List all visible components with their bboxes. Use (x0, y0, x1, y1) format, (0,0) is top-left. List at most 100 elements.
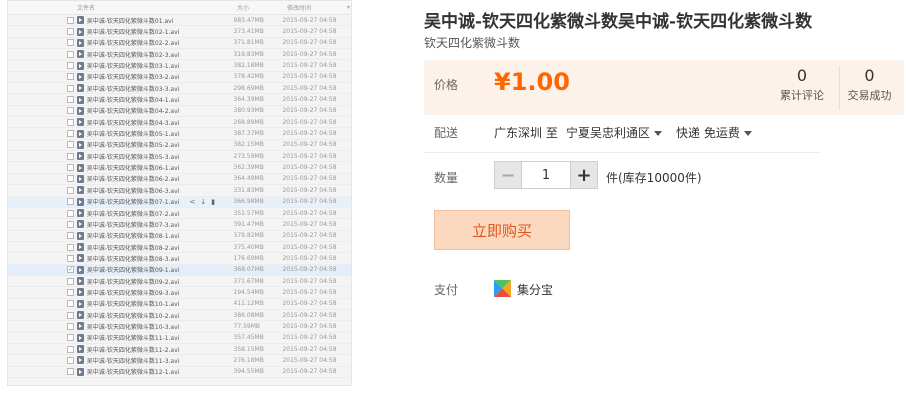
file-name[interactable]: 吴中诚-钦天四化紫微斗数07-3.avi (87, 220, 234, 229)
sort-chevron-icon[interactable]: ▾ (347, 4, 350, 11)
file-name[interactable]: 吴中诚-钦天四化紫微斗数06-3.avi (87, 186, 234, 195)
file-row[interactable]: 吴中诚-钦天四化紫微斗数02-3.avi 319.83MB 2015-09-27 0… (8, 49, 351, 61)
file-row[interactable]: 吴中诚-钦天四化紫微斗数11-2.avi 358.15MB 2015-09-27 0… (8, 344, 351, 356)
file-name[interactable]: 吴中诚-钦天四化紫微斗数07-2.avi (87, 209, 234, 218)
file-checkbox[interactable] (67, 39, 74, 47)
file-checkbox[interactable] (67, 141, 74, 149)
file-row[interactable]: 吴中诚-钦天四化紫微斗数11-3.avi 276.18MB 2015-09-27 0… (8, 355, 351, 367)
file-name[interactable]: 吴中诚-钦天四化紫微斗数02-2.avi (87, 38, 234, 47)
file-name[interactable]: 吴中诚-钦天四化紫微斗数08-3.avi (87, 254, 234, 263)
file-checkbox[interactable] (67, 175, 74, 183)
file-name[interactable]: 吴中诚-钦天四化紫微斗数04-3.avi (87, 118, 234, 127)
file-name[interactable]: 吴中诚-钦天四化紫微斗数02-3.avi (87, 50, 234, 59)
file-checkbox[interactable] (67, 198, 74, 206)
file-name[interactable]: 吴中诚-钦天四化紫微斗数11-3.avi (87, 356, 234, 365)
file-row[interactable]: 吴中诚-钦天四化紫微斗数04-3.avi 268.89MB 2015-09-27 0… (8, 117, 351, 129)
file-row[interactable]: 吴中诚-钦天四化紫微斗数04-2.avi 380.93MB 2015-09-27 0… (8, 106, 351, 118)
file-row[interactable]: 吴中诚-钦天四化紫微斗数02-1.avi 373.41MB 2015-09-27 0… (8, 26, 351, 38)
file-name[interactable]: 吴中诚-钦天四化紫微斗数08-1.avi (87, 231, 234, 240)
file-name[interactable]: 吴中诚-钦天四化紫微斗数11-2.avi (87, 345, 234, 354)
file-name[interactable]: 吴中诚-钦天四化紫微斗数01.avi (87, 16, 234, 25)
file-checkbox[interactable]: ✓ (67, 266, 74, 274)
file-row[interactable]: 吴中诚-钦天四化紫微斗数07-3.avi 391.47MB 2015-09-27 0… (8, 219, 351, 231)
file-checkbox[interactable] (67, 243, 74, 251)
file-checkbox[interactable] (67, 334, 74, 342)
file-name[interactable]: 吴中诚-钦天四化紫微斗数09-2.avi (87, 277, 234, 286)
file-row[interactable]: 吴中诚-钦天四化紫微斗数05-1.avi 387.37MB 2015-09-27 0… (8, 128, 351, 140)
file-row[interactable]: 吴中诚-钦天四化紫微斗数12-1.avi 394.55MB 2015-09-27 0… (8, 367, 351, 378)
file-row[interactable]: 吴中诚-钦天四化紫微斗数01.avi 983.47MB 2015-09-27 04:… (8, 15, 351, 27)
file-row[interactable]: 吴中诚-钦天四化紫微斗数07-1.avi < ↓ ▮ 366.98MB 2015-09-2… (8, 196, 351, 208)
file-checkbox[interactable] (67, 311, 74, 319)
file-checkbox[interactable] (67, 118, 74, 126)
file-checkbox[interactable] (67, 232, 74, 240)
file-checkbox[interactable] (67, 288, 74, 296)
file-name[interactable]: 吴中诚-钦天四化紫微斗数08-2.avi (87, 243, 234, 252)
reviews-stat[interactable]: 0 累计评论 (772, 66, 832, 103)
file-name[interactable]: 吴中诚-钦天四化紫微斗数03-2.avi (87, 72, 234, 81)
file-checkbox[interactable] (67, 164, 74, 172)
file-checkbox[interactable] (67, 345, 74, 353)
file-row[interactable]: 吴中诚-钦天四化紫微斗数09-2.avi 371.67MB 2015-09-27 0… (8, 276, 351, 288)
file-row[interactable]: 吴中诚-钦天四化紫微斗数06-2.avi 364.49MB 2015-09-27 0… (8, 174, 351, 186)
file-checkbox[interactable] (67, 277, 74, 285)
file-name[interactable]: 吴中诚-钦天四化紫微斗数10-2.avi (87, 311, 234, 320)
file-checkbox[interactable] (67, 322, 74, 330)
file-row[interactable]: 吴中诚-钦天四化紫微斗数10-2.avi 386.08MB 2015-09-27 0… (8, 310, 351, 322)
file-name[interactable]: 吴中诚-钦天四化紫微斗数12-1.avi (87, 367, 234, 376)
file-checkbox[interactable] (67, 16, 74, 24)
file-name[interactable]: 吴中诚-钦天四化紫微斗数03-3.avi (87, 84, 234, 93)
file-checkbox[interactable] (67, 50, 74, 58)
file-row[interactable]: 吴中诚-钦天四化紫微斗数08-3.avi 176.69MB 2015-09-27 0… (8, 253, 351, 265)
file-row[interactable]: 吴中诚-钦天四化紫微斗数08-2.avi 375.40MB 2015-09-27 0… (8, 242, 351, 254)
file-name[interactable]: 吴中诚-钦天四化紫微斗数04-2.avi (87, 106, 234, 115)
file-row[interactable]: 吴中诚-钦天四化紫微斗数06-3.avi 331.83MB 2015-09-27 0… (8, 185, 351, 197)
file-checkbox[interactable] (67, 254, 74, 262)
file-checkbox[interactable] (67, 186, 74, 194)
share-icon[interactable]: < (190, 198, 196, 206)
file-row[interactable]: 吴中诚-钦天四化紫微斗数11-1.avi 357.45MB 2015-09-27 0… (8, 333, 351, 344)
quantity-plus-button[interactable]: + (571, 162, 597, 188)
ship-method-select[interactable]: 快递 免运费 (676, 124, 752, 141)
file-name[interactable]: 吴中诚-钦天四化紫微斗数06-2.avi (87, 174, 234, 183)
file-checkbox[interactable] (67, 84, 74, 92)
file-checkbox[interactable] (67, 28, 74, 36)
buy-now-button[interactable]: 立即购买 (434, 210, 570, 250)
file-row[interactable]: 吴中诚-钦天四化紫微斗数05-2.avi 382.15MB 2015-09-27 0… (8, 140, 351, 152)
header-time[interactable]: 修改时间 (287, 3, 347, 12)
file-row[interactable]: 吴中诚-钦天四化紫微斗数03-1.avi 382.18MB 2015-09-27 0… (8, 60, 351, 72)
file-name[interactable]: 吴中诚-钦天四化紫微斗数02-1.avi (87, 27, 234, 36)
file-name[interactable]: 吴中诚-钦天四化紫微斗数03-1.avi (87, 61, 234, 70)
file-checkbox[interactable] (67, 107, 74, 115)
quantity-input[interactable]: 1 (521, 162, 571, 188)
file-checkbox[interactable] (67, 62, 74, 70)
delete-icon[interactable]: ▮ (211, 198, 215, 206)
file-row[interactable]: 吴中诚-钦天四化紫微斗数10-3.avi 77.59MB 2015-09-27 04… (8, 321, 351, 333)
file-name[interactable]: 吴中诚-钦天四化紫微斗数09-1.avi (87, 265, 234, 274)
file-checkbox[interactable] (67, 73, 74, 81)
file-checkbox[interactable] (67, 220, 74, 228)
header-size[interactable]: 大小 (237, 3, 287, 12)
file-row[interactable]: 吴中诚-钦天四化紫微斗数05-3.avi 273.59MB 2015-09-27 0… (8, 151, 351, 163)
file-row[interactable]: 吴中诚-钦天四化紫微斗数10-1.avi 411.12MB 2015-09-27 0… (8, 299, 351, 310)
quantity-minus-button[interactable]: − (495, 162, 521, 188)
file-row[interactable]: 吴中诚-钦天四化紫微斗数07-2.avi 351.57MB 2015-09-27 0… (8, 208, 351, 220)
file-name[interactable]: 吴中诚-钦天四化紫微斗数10-1.avi (87, 299, 234, 308)
file-row[interactable]: 吴中诚-钦天四化紫微斗数09-3.avi 194.54MB 2015-09-27 0… (8, 287, 351, 299)
file-row[interactable]: 吴中诚-钦天四化紫微斗数04-1.avi 364.39MB 2015-09-27 0… (8, 94, 351, 106)
file-name[interactable]: 吴中诚-钦天四化紫微斗数06-1.avi (87, 163, 234, 172)
file-row[interactable]: 吴中诚-钦天四化紫微斗数06-1.avi 362.39MB 2015-09-27 0… (8, 162, 351, 174)
file-checkbox[interactable] (67, 368, 74, 376)
file-name[interactable]: 吴中诚-钦天四化紫微斗数05-1.avi (87, 129, 234, 138)
file-name[interactable]: 吴中诚-钦天四化紫微斗数04-1.avi (87, 95, 234, 104)
file-row[interactable]: 吴中诚-钦天四化紫微斗数08-1.avi 379.82MB 2015-09-27 0… (8, 231, 351, 242)
file-name[interactable]: 吴中诚-钦天四化紫微斗数05-3.avi (87, 152, 234, 161)
file-row[interactable]: 吴中诚-钦天四化紫微斗数02-2.avi 371.81MB 2015-09-27 0… (8, 38, 351, 50)
file-name[interactable]: 吴中诚-钦天四化紫微斗数09-3.avi (87, 288, 234, 297)
file-row[interactable]: 吴中诚-钦天四化紫微斗数03-2.avi 378.42MB 2015-09-27 0… (8, 72, 351, 84)
file-checkbox[interactable] (67, 130, 74, 138)
file-checkbox[interactable] (67, 96, 74, 104)
file-name[interactable]: 吴中诚-钦天四化紫微斗数05-2.avi (87, 140, 234, 149)
ship-to-select[interactable]: 宁夏吴忠利通区 (566, 124, 663, 141)
file-row[interactable]: 吴中诚-钦天四化紫微斗数03-3.avi 298.69MB 2015-09-27 0… (8, 83, 351, 95)
